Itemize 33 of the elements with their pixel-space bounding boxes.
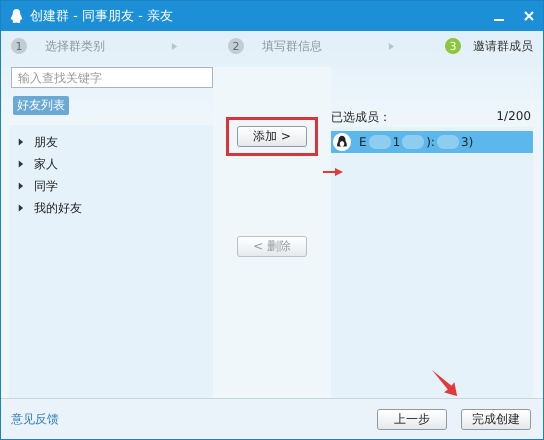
member-name: 1 <box>392 135 400 149</box>
annotation-arrow <box>431 369 459 397</box>
feedback-link[interactable]: 意见反馈 <box>11 410 59 428</box>
annotation-arrow <box>323 167 343 177</box>
close-icon[interactable] <box>523 10 535 22</box>
step-label: 邀请群成员 <box>473 38 533 54</box>
member-row[interactable]: E 1 ): 3) <box>331 131 533 153</box>
member-name: 3) <box>460 135 474 149</box>
chevron-icon <box>171 42 178 50</box>
step-number: 1 <box>11 38 27 54</box>
member-name: E <box>359 135 367 149</box>
selected-members-label: 已选成员： <box>331 109 391 126</box>
group-item[interactable]: 同学 <box>9 175 213 197</box>
chevron-icon <box>388 42 395 50</box>
step-number: 2 <box>228 38 244 54</box>
add-button[interactable]: 添加 > <box>237 126 307 147</box>
footer-button[interactable]: 上一步 <box>377 408 447 430</box>
avatar-icon <box>333 133 351 151</box>
group-item[interactable]: 我的好友 <box>9 197 213 219</box>
penguin-icon <box>9 8 24 24</box>
step-label: 选择群类别 <box>45 38 105 54</box>
footer-button[interactable]: 完成创建 <box>461 408 531 430</box>
window-title: 创建群 - 同事朋友 - 亲友 <box>30 8 173 25</box>
step-label: 填写群信息 <box>262 38 322 54</box>
group-item[interactable]: 家人 <box>9 153 213 175</box>
blur-mark <box>368 135 391 149</box>
blur-mark <box>402 135 424 149</box>
group-item[interactable]: 朋友 <box>9 131 213 153</box>
step-number: 3 <box>445 38 461 54</box>
member-name: ): <box>426 135 435 149</box>
member-count: 1/200 <box>496 109 531 125</box>
blur-mark <box>436 135 459 149</box>
search-field[interactable]: 输入查找关键字 <box>11 67 213 88</box>
